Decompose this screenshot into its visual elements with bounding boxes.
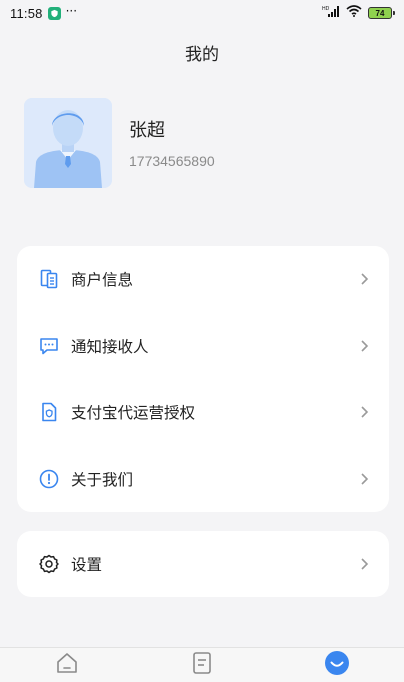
nav-tab-profile[interactable] <box>297 648 377 682</box>
menu-item-notification-receiver[interactable]: 通知接收人 <box>17 313 389 380</box>
battery-icon: 74 <box>368 7 395 19</box>
avatar-person-icon <box>24 98 112 188</box>
merchant-info-icon <box>39 269 59 289</box>
status-right: HD 74 <box>322 5 395 22</box>
chevron-right-icon <box>359 339 369 353</box>
menu-item-settings[interactable]: 设置 <box>17 531 389 597</box>
nav-tab-home[interactable] <box>27 648 107 682</box>
menu-item-label: 通知接收人 <box>71 337 149 356</box>
chevron-right-icon <box>359 557 369 571</box>
message-icon <box>39 336 59 356</box>
user-name: 张超 <box>129 120 165 141</box>
menu-item-label: 支付宝代运营授权 <box>71 404 196 423</box>
page-title: 我的 <box>185 45 219 65</box>
document-icon <box>191 651 213 679</box>
battery-level: 74 <box>375 8 385 18</box>
home-icon <box>55 651 79 679</box>
signal-icon: HD <box>322 5 340 22</box>
nav-tab-documents[interactable] <box>162 648 242 682</box>
network-label: HD <box>322 6 330 12</box>
gear-icon <box>39 554 59 574</box>
menu-item-alipay-authorization[interactable]: 支付宝代运营授权 <box>17 379 389 446</box>
app-shield-icon <box>47 6 61 20</box>
chevron-right-icon <box>359 272 369 286</box>
notification-dots: ··· <box>65 4 78 18</box>
bottom-nav <box>0 647 404 682</box>
chevron-right-icon <box>359 472 369 486</box>
user-phone: 17734565890 <box>129 153 215 169</box>
wifi-icon <box>346 5 362 21</box>
authorization-icon <box>39 402 59 422</box>
status-left: 11:58 ··· <box>10 4 78 21</box>
menu-card: 商户信息 通知接收人 支付宝代运营授权 关于我们 <box>17 246 389 512</box>
menu-item-label: 商户信息 <box>71 271 134 290</box>
menu-item-about-us[interactable]: 关于我们 <box>17 446 389 513</box>
status-time: 11:58 <box>10 5 43 21</box>
chevron-right-icon <box>359 405 369 419</box>
settings-card: 设置 <box>17 531 389 597</box>
menu-item-merchant-info[interactable]: 商户信息 <box>17 246 389 313</box>
menu-item-label: 关于我们 <box>71 470 134 489</box>
avatar[interactable] <box>24 98 112 188</box>
profile-icon <box>324 650 350 680</box>
info-icon <box>39 469 59 489</box>
menu-item-label: 设置 <box>71 556 103 574</box>
status-bar: 11:58 ··· HD 74 <box>0 0 404 26</box>
